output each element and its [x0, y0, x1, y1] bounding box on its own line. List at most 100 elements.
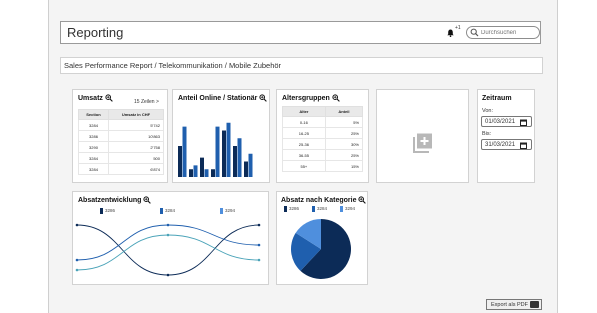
table-row[interactable]: 3284 500: [78, 152, 165, 164]
table-row[interactable]: 16-25 25%: [282, 127, 364, 139]
von-date-value: 01/03/2021: [485, 119, 516, 125]
legend-swatch: [312, 206, 315, 212]
legend-swatch: [284, 206, 287, 212]
bar: [226, 122, 231, 177]
bis-label: Bis:: [482, 131, 492, 137]
table-row[interactable]: 0-16 5%: [282, 116, 364, 128]
add-widget-icon[interactable]: [413, 133, 433, 153]
data-point: [257, 223, 261, 227]
table-cell: 16-25: [282, 127, 326, 139]
table-cell: 3286: [78, 130, 109, 142]
bar: [189, 169, 193, 177]
table-row[interactable]: 3290 2'758: [78, 141, 165, 153]
bis-date-field[interactable]: 31/03/2021: [481, 139, 532, 150]
search-icon: [470, 28, 479, 37]
bar: [200, 157, 204, 177]
series-line: [76, 234, 260, 271]
bar: [237, 138, 242, 177]
table-cell: 6'874: [107, 163, 165, 175]
table-cell: 25%: [324, 127, 364, 139]
series-line: [76, 224, 260, 276]
table-cell: 30%: [324, 138, 364, 150]
search-input[interactable]: [481, 27, 537, 38]
zoom-icon[interactable]: [259, 94, 268, 102]
column-header: Alter: [282, 106, 326, 117]
von-date-field[interactable]: 01/03/2021: [481, 116, 532, 127]
absatzentwicklung-title: Absatzentwicklung: [78, 196, 152, 204]
table-cell: 36-55: [282, 149, 326, 161]
bell-icon[interactable]: [447, 29, 454, 37]
zeitraum-title: Zeitraum: [482, 95, 512, 102]
von-label: Von:: [482, 108, 494, 114]
legend-swatch: [340, 206, 343, 212]
search-box[interactable]: [466, 26, 540, 39]
table-row[interactable]: 3286 10'863: [78, 130, 165, 142]
umsatz-table: Section Umsatz in CHF 3284 5'742 3286 10'8…: [78, 109, 165, 175]
table-cell: 15%: [324, 160, 364, 172]
legend-swatch: [160, 208, 163, 214]
calendar-icon[interactable]: [520, 142, 527, 149]
bar: [182, 126, 187, 177]
export-pdf-label: Export als PDF: [491, 302, 528, 308]
data-point: [166, 233, 170, 237]
bis-date-value: 31/03/2021: [485, 142, 516, 148]
bar: [193, 165, 198, 177]
bar: [204, 169, 209, 177]
table-row[interactable]: 3284 6'874: [78, 163, 165, 175]
altersgruppen-title-text: Altersgruppen: [282, 94, 330, 102]
bar: [178, 146, 182, 177]
kategorie-pie-chart: [291, 219, 351, 279]
table-row[interactable]: 36-55 25%: [282, 149, 364, 161]
zoom-icon[interactable]: [143, 196, 152, 204]
zoom-icon[interactable]: [332, 94, 340, 102]
altersgruppen-table: Alter Anteil 0-16 5% 16-25 25% 25-36 30% 36…: [282, 106, 364, 172]
bar: [211, 169, 215, 177]
page-divider-right: [557, 0, 558, 313]
legend-label: 3286: [289, 206, 300, 212]
rows-per-page-select[interactable]: 15 Zeilen >: [134, 99, 159, 105]
legend-item: 3294: [220, 208, 235, 214]
umsatz-title-text: Umsatz: [78, 94, 103, 102]
bar: [215, 126, 220, 177]
chevron-right-icon: >: [155, 99, 159, 105]
legend-swatch: [100, 208, 103, 214]
legend-item: 3284: [312, 206, 327, 212]
breadcrumb-bar: Sales Performance Report / Telekommunika…: [60, 57, 543, 74]
table-cell: 25-36: [282, 138, 326, 150]
calendar-icon[interactable]: [520, 119, 527, 126]
column-header: Anteil: [324, 106, 364, 117]
table-row[interactable]: 25-36 30%: [282, 138, 364, 150]
bar: [222, 130, 226, 177]
legend-label: 3284: [165, 208, 176, 214]
bar: [244, 161, 248, 177]
pdf-icon: [530, 301, 539, 308]
absatzentwicklung-line-chart: [75, 223, 261, 277]
table-row[interactable]: 55+ 15%: [282, 160, 364, 172]
series-line: [76, 224, 260, 261]
legend-label: 3294: [345, 206, 356, 212]
anteil-title-text: Anteil Online / Stationär: [178, 94, 258, 102]
umsatz-title: Umsatz: [78, 94, 113, 102]
data-point: [75, 268, 79, 272]
table-cell: 3284: [78, 119, 109, 131]
legend-item: 3286: [284, 206, 299, 212]
anteil-bar-chart: [178, 122, 253, 177]
zoom-icon[interactable]: [358, 196, 367, 204]
data-point: [257, 243, 261, 247]
legend-swatch: [220, 208, 223, 214]
table-cell: 0-16: [282, 116, 326, 128]
table-cell: 3284: [78, 152, 109, 164]
rows-per-page-label: 15 Zeilen: [134, 99, 155, 105]
absatzentwicklung-title-text: Absatzentwicklung: [78, 196, 142, 204]
table-cell: 5%: [324, 116, 364, 128]
table-row[interactable]: 3284 5'742: [78, 119, 165, 131]
legend-label: 3284: [317, 206, 328, 212]
export-pdf-button[interactable]: Export als PDF: [486, 299, 542, 310]
altersgruppen-title: Altersgruppen: [282, 94, 340, 102]
table-cell: 2'758: [107, 141, 165, 153]
table-cell: 55+: [282, 160, 326, 172]
zoom-icon[interactable]: [105, 94, 113, 102]
page-title: Reporting: [67, 25, 124, 40]
data-point: [257, 258, 261, 262]
column-header: Umsatz in CHF: [107, 109, 165, 120]
